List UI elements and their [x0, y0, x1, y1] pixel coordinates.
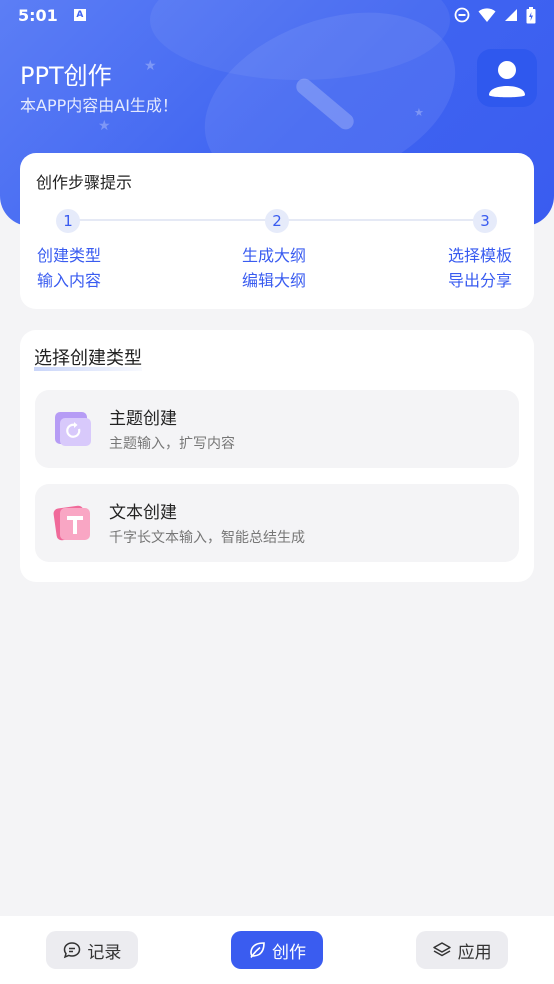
option-description: 千字长文本输入，智能总结生成 — [109, 530, 305, 546]
chat-bubble-icon — [64, 942, 81, 959]
dnd-icon — [454, 7, 470, 23]
signal-icon — [505, 9, 517, 21]
nav-create-button[interactable]: 创作 — [230, 931, 323, 969]
page-title: PPT创作 — [20, 62, 112, 90]
create-leaf-icon — [250, 942, 265, 958]
step-1-label-line1: 创建类型 — [37, 246, 102, 265]
decor-star-icon: ★ — [414, 106, 424, 119]
nav-create-label: 创作 — [271, 942, 306, 963]
option-description: 主题输入，扩写内容 — [109, 436, 235, 452]
steps-card: 创作步骤提示 1 2 3 创建类型 输入内容 生成大纲 编辑大纲 选择模板 导出… — [20, 153, 534, 309]
decor-star-icon: ★ — [98, 118, 111, 134]
step-2-label-line1: 生成大纲 — [242, 246, 307, 265]
topic-create-option[interactable]: 主题创建 主题输入，扩写内容 — [35, 390, 519, 468]
notification-icon: A — [73, 9, 86, 21]
step-3-label-line1: 选择模板 — [448, 246, 513, 265]
section-title: 选择创建类型 — [34, 344, 142, 371]
nav-records-label: 记录 — [87, 942, 122, 963]
option-title: 主题创建 — [109, 409, 177, 429]
step-number-1: 1 — [56, 209, 80, 233]
step-2-label-line2: 编辑大纲 — [242, 271, 307, 290]
decor-star-icon: ★ — [144, 58, 157, 74]
create-type-card: 选择创建类型 主题创建 主题输入，扩写内容 文本创建 千字长文本输入，智能总结生… — [20, 330, 534, 582]
step-number-3: 3 — [473, 209, 497, 233]
status-time: 5:01 — [18, 5, 58, 25]
step-3-label-line2: 导出分享 — [448, 271, 513, 290]
text-t-icon — [53, 505, 90, 541]
status-bar: 5:01 A — [0, 0, 554, 30]
step-number-2: 2 — [265, 209, 289, 233]
option-title: 文本创建 — [109, 503, 177, 523]
text-create-option[interactable]: 文本创建 千字长文本输入，智能总结生成 — [35, 484, 519, 562]
bottom-navigation: 记录 创作 应用 — [0, 916, 554, 984]
nav-apps-label: 应用 — [457, 942, 492, 963]
page-subtitle: 本APP内容由AI生成！ — [20, 96, 178, 115]
nav-records-button[interactable]: 记录 — [46, 931, 139, 969]
profile-avatar-button[interactable] — [477, 49, 537, 107]
step-1-label-line2: 输入内容 — [37, 271, 102, 290]
layers-icon — [432, 942, 451, 957]
folder-refresh-icon — [55, 412, 91, 446]
nav-apps-button[interactable]: 应用 — [415, 931, 508, 969]
wifi-icon — [478, 8, 496, 22]
steps-title: 创作步骤提示 — [36, 173, 133, 192]
app-screen: ★ ★ ★ 5:01 A PPT创作 本APP内容由AI生成！ 创作步骤提示 1… — [0, 0, 554, 984]
user-icon — [489, 61, 525, 98]
battery-icon — [526, 6, 536, 23]
